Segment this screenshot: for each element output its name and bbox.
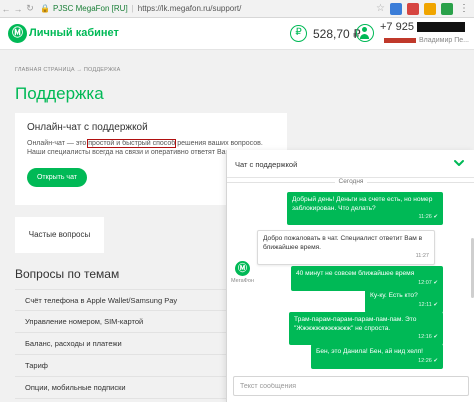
- message-outgoing: 40 минут не совсем ближайшее время 12:07…: [291, 266, 443, 291]
- chevron-down-icon[interactable]: [453, 157, 465, 169]
- bot-name: МегаФон: [231, 278, 254, 284]
- bookmark-star-icon[interactable]: ☆: [376, 3, 385, 14]
- message-text: Добрый день! Деньги на счете есть, но но…: [292, 196, 433, 212]
- site-identity[interactable]: PJSC MegaFon [RU]: [53, 4, 128, 13]
- date-label: Сегодня: [334, 178, 368, 185]
- topic-item-options[interactable]: Опции, мобильные подписки: [15, 377, 227, 399]
- megafon-avatar-icon: Ⓜ: [235, 261, 250, 276]
- message-text: Бен, это Данила! Бен, ай нид хелп!: [316, 348, 424, 355]
- chat-header[interactable]: Чат с поддержкой: [227, 150, 474, 178]
- double-check-icon: ✔: [433, 279, 438, 286]
- chat-messages[interactable]: Сегодня Добрый день! Деньги на счете ест…: [227, 178, 474, 374]
- phone-prefix: +7 925: [380, 21, 414, 33]
- topic-item-tariff[interactable]: Тариф: [15, 355, 227, 377]
- extension-icon[interactable]: [424, 2, 436, 15]
- message-meta: 11:26 ✔: [418, 214, 439, 220]
- message-meta: 11:27: [415, 253, 429, 259]
- redacted-name-mask: [384, 37, 416, 43]
- user-name-label: Владимир Пе...: [419, 37, 469, 44]
- message-text: 40 минут не совсем ближайшее время: [296, 270, 415, 277]
- message-text: Ку-ку. Есть кто?: [370, 292, 418, 299]
- extension-icon[interactable]: [407, 2, 419, 15]
- forward-arrow-icon[interactable]: →: [12, 4, 24, 14]
- topic-item-apple-wallet[interactable]: Счёт телефона в Apple Wallet/Samsung Pay: [15, 289, 227, 311]
- message-incoming: Добро пожаловать в чат. Специалист ответ…: [257, 230, 435, 265]
- user-name[interactable]: Владимир Пе...: [384, 37, 469, 44]
- message-outgoing: Ку-ку. Есть кто? 12:11 ✔: [365, 288, 443, 313]
- chat-card-title: Онлайн-чат с поддержкой: [27, 122, 148, 133]
- message-meta: 12:26 ✔: [418, 357, 438, 364]
- breadcrumb[interactable]: ГЛАВНАЯ СТРАНИЦА → ПОДДЕРЖКА: [15, 67, 120, 73]
- redacted-phone-mask: [416, 22, 465, 33]
- topic-list: Счёт телефона в Apple Wallet/Samsung Pay…: [15, 289, 227, 399]
- browser-menu-icon[interactable]: ⋮: [459, 3, 469, 14]
- address-bar-url[interactable]: https://lk.megafon.ru/support/: [138, 4, 242, 13]
- ruble-icon: ₽: [290, 25, 307, 42]
- reload-icon[interactable]: ↻: [24, 3, 36, 14]
- site-header: Ⓜ Личный кабинет ₽ 528,70 ₽ +7 925 Влади…: [0, 18, 474, 50]
- tab-faq[interactable]: Частые вопросы: [15, 217, 104, 253]
- logo-text[interactable]: Личный кабинет: [29, 27, 119, 39]
- topic-item-number-sim[interactable]: Управление номером, SIM-картой: [15, 311, 227, 333]
- page-title: Поддержка: [15, 84, 104, 103]
- megafon-logo-icon[interactable]: Ⓜ: [8, 24, 27, 43]
- message-text: Трам-парам-парам-парам-пам-пам. Это "Жжж…: [294, 316, 417, 332]
- message-text: Добро пожаловать в чат. Специалист ответ…: [263, 235, 423, 251]
- double-check-icon: ✔: [433, 214, 438, 220]
- desc-text-start: Онлайн-чат — это: [27, 140, 89, 147]
- extension-icon[interactable]: [441, 2, 453, 15]
- message-outgoing: Трам-парам-парам-парам-пам-пам. Это "Жжж…: [289, 312, 443, 345]
- double-check-icon: ✔: [433, 334, 438, 340]
- highlighted-phrase: простой и быстрый способ: [87, 139, 177, 148]
- browser-toolbar: ← → ↻ 🔒 PJSC MegaFon [RU] | https://lk.m…: [0, 0, 474, 18]
- message-meta: 12:11 ✔: [418, 301, 439, 308]
- message-meta: 12:16 ✔: [418, 334, 438, 340]
- open-chat-button[interactable]: Открыть чат: [27, 168, 87, 187]
- url-separator: |: [131, 4, 134, 13]
- back-arrow-icon[interactable]: ←: [0, 4, 12, 14]
- topic-item-balance[interactable]: Баланс, расходы и платежи: [15, 333, 227, 355]
- message-input[interactable]: [233, 376, 469, 396]
- balance-value[interactable]: 528,70 ₽: [313, 27, 361, 41]
- lock-icon[interactable]: 🔒: [40, 4, 50, 13]
- message-outgoing: Добрый день! Деньги на счете есть, но но…: [287, 192, 443, 225]
- extension-icon[interactable]: [390, 2, 402, 15]
- double-check-icon: ✔: [433, 357, 438, 364]
- message-outgoing: Бен, это Данила! Бен, ай нид хелп! 12:26…: [311, 344, 443, 369]
- date-separator: Сегодня: [227, 178, 474, 185]
- user-icon[interactable]: [356, 24, 374, 42]
- phone-number[interactable]: +7 925: [380, 21, 465, 33]
- double-check-icon: ✔: [433, 301, 438, 308]
- chat-title: Чат с поддержкой: [235, 160, 298, 169]
- message-meta: 12:07 ✔: [418, 279, 438, 286]
- chat-panel: Чат с поддержкой Сегодня Добрый день! Де…: [226, 150, 474, 402]
- topics-title: Вопросы по темам: [15, 267, 120, 281]
